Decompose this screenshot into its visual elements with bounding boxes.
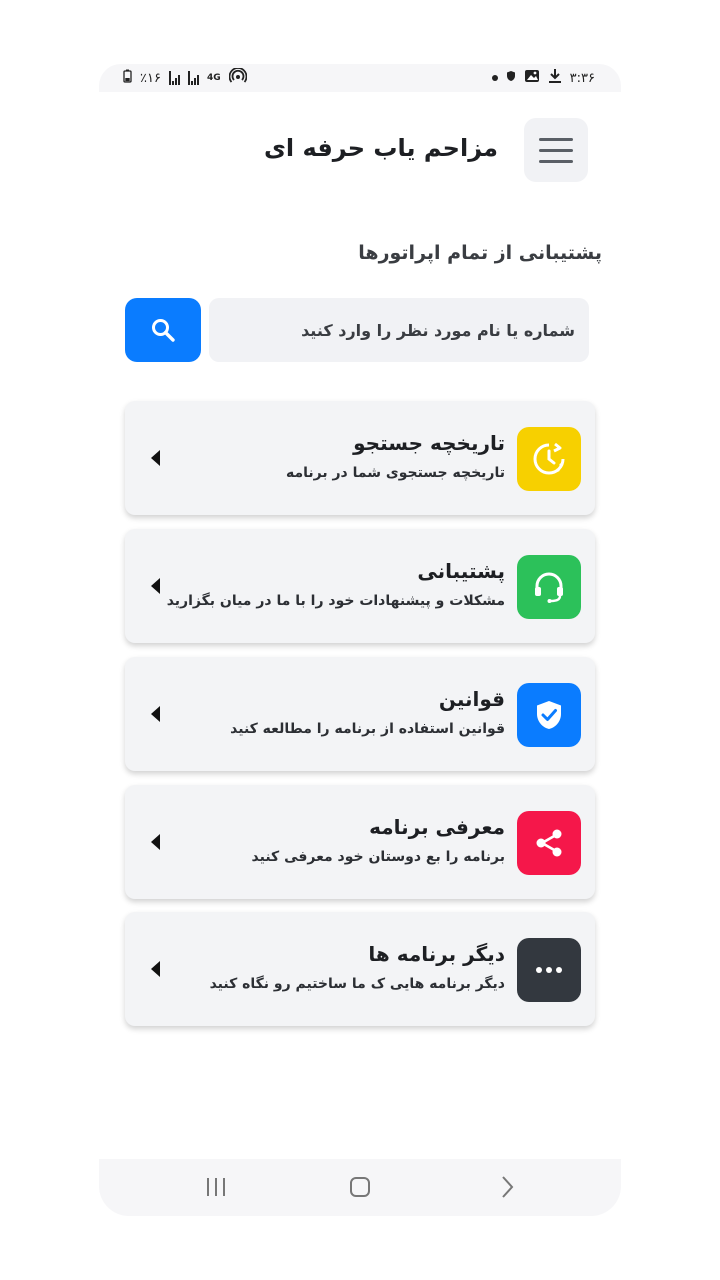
menu-item-share-app[interactable]: معرفی برنامه برنامه را بع دوستان خود معر… — [125, 785, 595, 899]
more-dots-icon — [517, 938, 581, 1002]
back-icon — [502, 1176, 514, 1198]
search-button[interactable] — [125, 298, 201, 362]
hamburger-menu-icon — [539, 137, 573, 141]
menu-item-description: قوانین استفاده از برنامه را مطالعه کنید — [230, 721, 505, 737]
history-clock-icon — [517, 427, 581, 491]
menu-item-title: دیگر برنامه ها — [368, 942, 505, 966]
clock-time: ۳:۳۶ — [569, 70, 595, 86]
menu-item-support[interactable]: پشتیبانی مشکلات و پیشنهادات خود را با ما… — [125, 529, 595, 643]
menu-item-search-history[interactable]: تاریخچه جستجو تاریخچه جستجوی شما در برنا… — [125, 401, 595, 515]
app-header: مزاحم یاب حرفه ای — [99, 118, 621, 182]
hamburger-line — [539, 148, 573, 152]
image-icon — [524, 69, 540, 87]
menu-item-description: دیگر برنامه هایی ک ما ساختیم رو نگاه کنی… — [209, 976, 505, 992]
hotspot-icon — [228, 67, 247, 88]
chevron-left-icon — [151, 450, 160, 466]
status-bar: ٪۱۶ 4G ۳:۳۶ — [99, 64, 621, 92]
download-icon — [548, 68, 562, 88]
operators-subtitle: پشتیبانی از تمام اپراتورها — [358, 242, 602, 264]
share-icon — [517, 811, 581, 875]
page-title: مزاحم یاب حرفه ای — [263, 134, 498, 162]
network-type: 4G — [206, 73, 221, 83]
battery-percent: ٪۱۶ — [140, 70, 161, 86]
hamburger-line — [539, 159, 573, 163]
battery-icon — [123, 69, 132, 87]
shield-check-icon — [517, 683, 581, 747]
signal-icon — [168, 71, 180, 85]
search-input[interactable] — [209, 298, 589, 362]
chevron-left-icon — [151, 834, 160, 850]
chevron-left-icon — [151, 961, 160, 977]
home-icon — [350, 1177, 370, 1197]
menu-item-title: پشتیبانی — [417, 559, 505, 583]
recents-icon — [207, 1178, 225, 1196]
menu-item-title: معرفی برنامه — [369, 815, 505, 839]
menu-item-description: برنامه را بع دوستان خود معرفی کنید — [251, 849, 505, 865]
notification-dot-icon — [491, 75, 498, 81]
menu-item-other-apps[interactable]: دیگر برنامه ها دیگر برنامه هایی ک ما ساخ… — [125, 912, 595, 1026]
status-right: ۳:۳۶ — [491, 68, 595, 88]
menu-item-description: مشکلات و پیشنهادات خود را با ما در میان … — [166, 593, 505, 609]
back-button[interactable] — [495, 1173, 519, 1201]
headset-icon — [517, 555, 581, 619]
recents-button[interactable] — [199, 1173, 233, 1201]
chevron-left-icon — [151, 706, 160, 722]
phone-screen: ٪۱۶ 4G ۳:۳۶ مزاحم یاب حرفه ای پشتیبانی ا… — [99, 64, 621, 1216]
hamburger-menu-button[interactable] — [524, 118, 588, 182]
menu-item-title: تاریخچه جستجو — [353, 431, 505, 455]
home-button[interactable] — [345, 1173, 375, 1201]
shield-small-icon — [506, 70, 516, 86]
chevron-left-icon — [151, 578, 160, 594]
search-icon — [152, 319, 175, 342]
status-left: ٪۱۶ 4G — [123, 67, 247, 88]
menu-item-description: تاریخچه جستجوی شما در برنامه — [285, 465, 505, 481]
system-nav-bar — [99, 1159, 621, 1216]
menu-item-title: قوانین — [438, 687, 505, 711]
menu-item-rules[interactable]: قوانین قوانین استفاده از برنامه را مطالع… — [125, 657, 595, 771]
signal-icon-2 — [187, 71, 199, 85]
